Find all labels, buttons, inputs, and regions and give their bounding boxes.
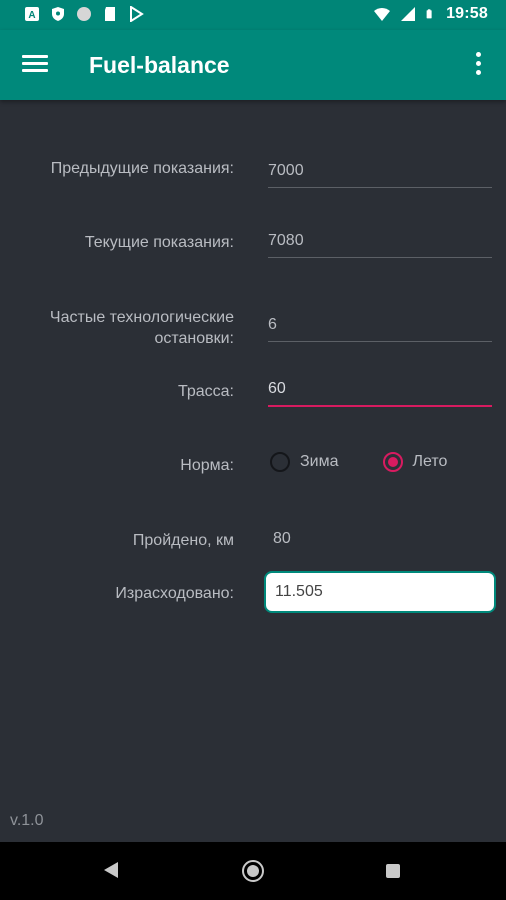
- more-vertical-icon[interactable]: [468, 52, 488, 80]
- norm-radio-group: Зима Лето: [270, 452, 491, 472]
- stops-label-line1: Частые технологические: [49, 309, 234, 326]
- back-icon[interactable]: [104, 862, 118, 878]
- status-right-icons: 19:58: [374, 5, 488, 23]
- curr-reading-label: Текущие показания:: [84, 234, 234, 251]
- stops-field[interactable]: [268, 311, 492, 342]
- radio-summer-label[interactable]: Лето: [413, 453, 448, 471]
- distance-value: 80: [273, 530, 291, 547]
- radio-summer-circle[interactable]: [382, 452, 403, 472]
- app-bar: Fuel-balance: [0, 30, 506, 100]
- stops-label-line2: остановки:: [154, 330, 234, 347]
- radio-winter[interactable]: Зима: [270, 452, 339, 472]
- distance-label: Пройдено, км: [132, 532, 234, 549]
- circle-icon: [77, 7, 91, 21]
- consumed-field[interactable]: [264, 571, 496, 613]
- sd-card-icon: [105, 7, 115, 21]
- status-left-icons: A: [24, 6, 144, 22]
- norm-label: Норма:: [180, 457, 234, 474]
- version-text: v.1.0: [10, 812, 44, 829]
- route-input[interactable]: [268, 375, 492, 403]
- curr-reading-input[interactable]: [268, 227, 492, 255]
- route-field[interactable]: [268, 375, 492, 407]
- main-content: Предыдущие показания: Текущие показания:…: [0, 100, 506, 842]
- consumed-label: Израсходовано:: [115, 585, 234, 602]
- recent-apps-icon[interactable]: [386, 864, 400, 878]
- play-store-icon: [130, 6, 144, 22]
- home-icon[interactable]: [242, 860, 264, 882]
- radio-winter-circle[interactable]: [270, 452, 290, 472]
- route-label: Трасса:: [177, 383, 234, 400]
- curr-reading-field[interactable]: [268, 227, 492, 258]
- radio-winter-label[interactable]: Зима: [300, 453, 339, 471]
- svg-text:A: A: [28, 10, 35, 21]
- status-clock: 19:58: [446, 5, 488, 22]
- battery-icon: [426, 9, 432, 19]
- signal-icon: [401, 7, 416, 21]
- consumed-input[interactable]: [266, 573, 494, 611]
- prev-reading-field[interactable]: [268, 157, 492, 188]
- stops-label: Частые технологические остановки:: [50, 307, 234, 349]
- prev-reading-input[interactable]: [268, 157, 492, 185]
- a-icon: A: [25, 7, 39, 21]
- hamburger-menu-icon[interactable]: [22, 52, 48, 78]
- status-bar: A 19:58: [0, 0, 506, 30]
- app-title: Fuel-balance: [89, 52, 230, 78]
- wifi-icon: [374, 8, 391, 21]
- radio-summer[interactable]: Лето: [382, 452, 448, 472]
- navigation-bar: [0, 842, 506, 900]
- stops-input[interactable]: [268, 311, 492, 339]
- prev-reading-label: Предыдущие показания:: [50, 160, 234, 177]
- shield-icon: [52, 7, 64, 21]
